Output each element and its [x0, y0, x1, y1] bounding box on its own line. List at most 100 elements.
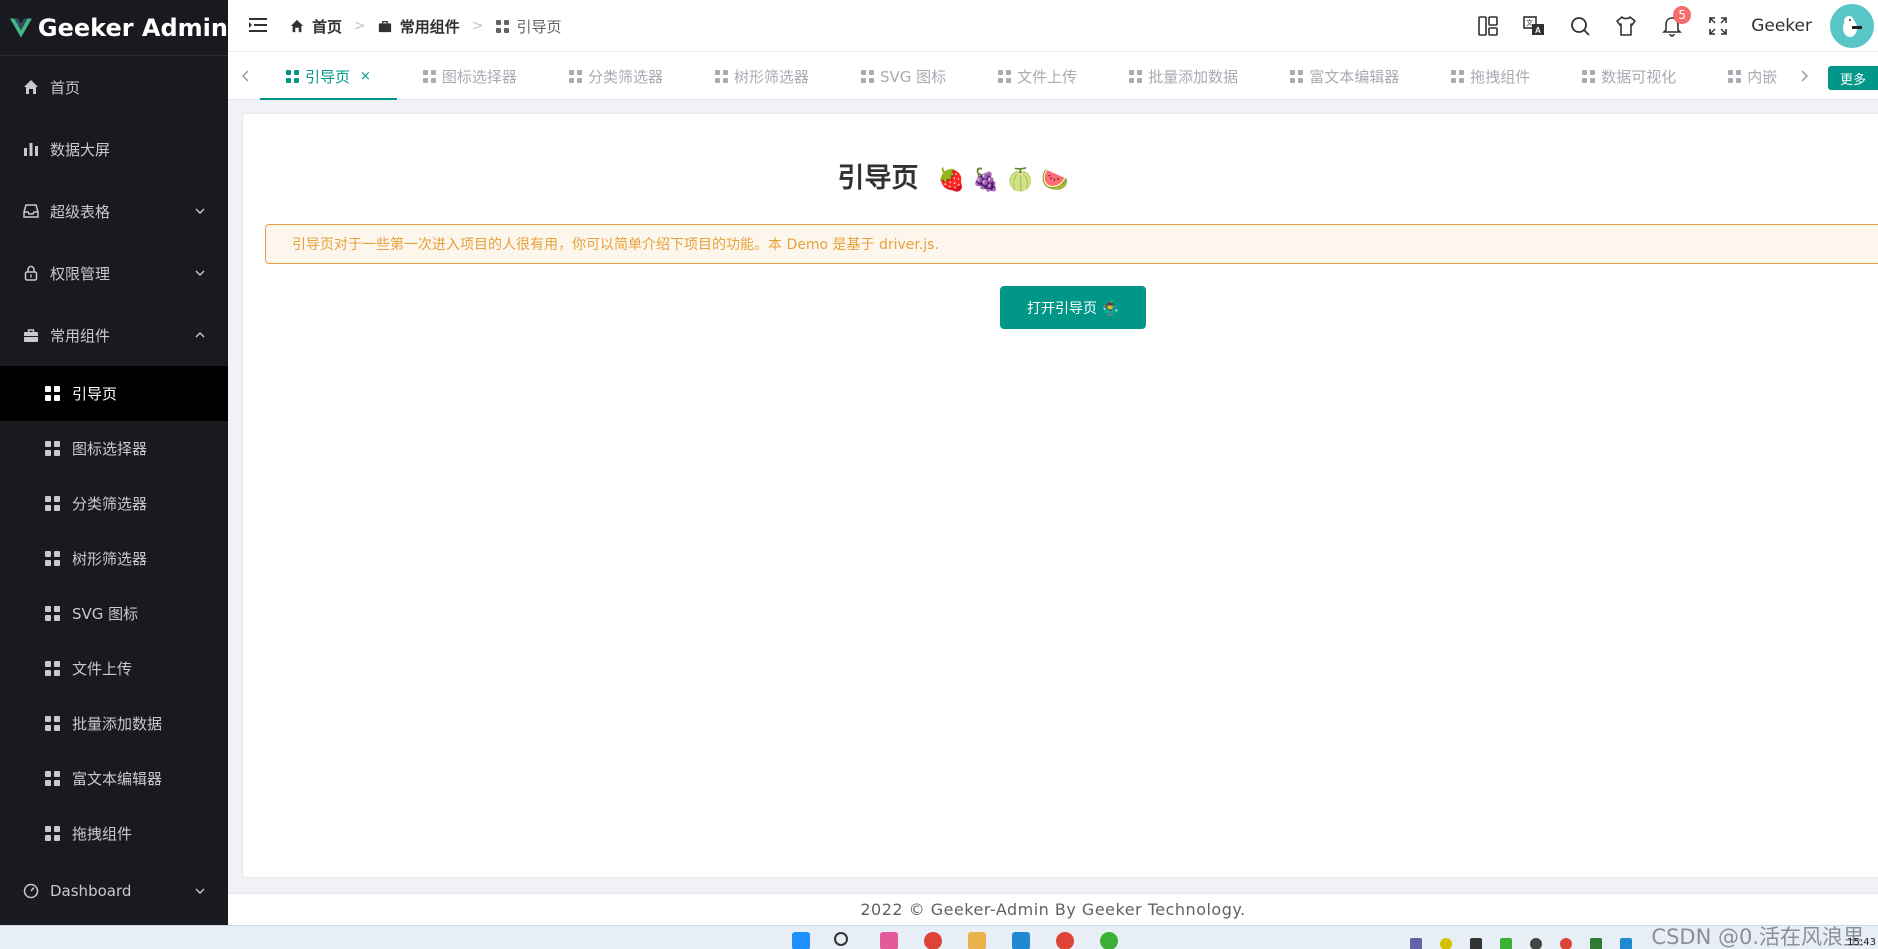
breadcrumb-item-home[interactable]: 首页 — [290, 16, 342, 37]
fruit-emoji: 🍓 🍇 🍈 🍉 — [937, 168, 1069, 193]
tab-data-visualization[interactable]: 数据可视化 — [1556, 52, 1702, 100]
logo[interactable]: Geeker Admin — [0, 0, 228, 56]
app-icon[interactable] — [880, 932, 898, 949]
chevron-up-icon — [195, 332, 205, 338]
tabs-scroll-left-icon[interactable] — [238, 67, 254, 85]
open-guide-button[interactable]: 打开引导页 🤹‍♂️ — [1000, 286, 1146, 329]
tab-embedded[interactable]: 内嵌 — [1702, 52, 1803, 100]
sidebar-item-permission[interactable]: 权限管理 — [0, 242, 228, 304]
inbox-icon — [22, 202, 40, 220]
tab-drag[interactable]: 拖拽组件 — [1425, 52, 1556, 100]
tab-category-filter[interactable]: 分类筛选器 — [543, 52, 689, 100]
tab-label: 文件上传 — [1017, 67, 1078, 86]
sidebar-subitem-svg-icon[interactable]: SVG 图标 — [0, 586, 228, 641]
sidebar-subitem-icon-selector[interactable]: 图标选择器 — [0, 421, 228, 476]
tray-icon[interactable] — [1500, 938, 1512, 949]
tabs-scroll-right-icon[interactable] — [1796, 67, 1812, 85]
wechat-icon[interactable] — [1100, 932, 1118, 949]
sidebar-subitem-category-filter[interactable]: 分类筛选器 — [0, 476, 228, 531]
chrome-icon[interactable] — [1056, 932, 1074, 949]
sidebar-subitem-tree-filter[interactable]: 树形筛选器 — [0, 531, 228, 586]
sidebar-subitem-label: SVG 图标 — [72, 605, 139, 623]
file-explorer-icon[interactable] — [968, 932, 986, 949]
footer-text: 2022 © Geeker-Admin By Geeker Technology… — [860, 900, 1246, 919]
close-icon[interactable]: × — [360, 69, 371, 84]
tab-guide[interactable]: 引导页 × — [260, 52, 397, 100]
tab-batch-add[interactable]: 批量添加数据 — [1103, 52, 1264, 100]
page-title-text: 引导页 — [837, 163, 919, 194]
sidebar-subitem-batch-add[interactable]: 批量添加数据 — [0, 696, 228, 751]
layout-button[interactable] — [1465, 0, 1511, 52]
header: 首页 > 常用组件 > 引导页 A文 5 Geeker — [228, 0, 1878, 52]
tab-label: 分类筛选器 — [587, 67, 663, 86]
tab-label: 内嵌 — [1747, 67, 1778, 86]
tab-tree-filter[interactable]: 树形筛选器 — [689, 52, 835, 100]
windows-start-icon[interactable] — [792, 932, 810, 949]
tray-icon[interactable] — [1530, 938, 1542, 949]
info-alert: 引导页对于一些第一次进入项目的人很有用，你可以简单介绍下项目的功能。本 Demo… — [265, 224, 1878, 264]
translate-icon: A文 — [1523, 16, 1545, 35]
notification-badge: 5 — [1673, 6, 1692, 24]
grid-icon — [1451, 69, 1465, 83]
tray-icon[interactable] — [1560, 938, 1572, 949]
grid-icon — [860, 69, 874, 83]
grid-icon — [45, 716, 60, 731]
sidebar-subitem-label: 图标选择器 — [72, 440, 148, 458]
grid-icon — [45, 771, 60, 786]
tabs-bar: 引导页 × 图标选择器 分类筛选器 树形筛选器 SVG 图标 文件上传 批量添加… — [228, 52, 1878, 100]
sidebar-item-common-components[interactable]: 常用组件 — [0, 304, 228, 366]
footer: 2022 © Geeker-Admin By Geeker Technology… — [228, 893, 1878, 925]
sidebar-item-data-screen[interactable]: 数据大屏 — [0, 118, 228, 180]
language-button[interactable]: A文 — [1511, 0, 1557, 52]
sidebar-subitem-drag[interactable]: 拖拽组件 — [0, 806, 228, 861]
tab-label: 富文本编辑器 — [1309, 67, 1400, 86]
avatar[interactable] — [1830, 4, 1874, 48]
tray-icon[interactable] — [1440, 938, 1452, 949]
tabs-more-button[interactable]: 更多 — [1828, 66, 1878, 90]
os-taskbar: CSDN @0.活在风浪里 15:43 — [0, 925, 1878, 949]
grid-icon — [495, 19, 509, 33]
tab-svg-icon[interactable]: SVG 图标 — [835, 52, 972, 100]
svg-text:文: 文 — [1526, 18, 1533, 27]
alert-text: 引导页对于一些第一次进入项目的人很有用，你可以简单介绍下项目的功能。本 Demo… — [292, 237, 939, 253]
search-icon[interactable] — [834, 932, 848, 946]
sidebar-item-super-table[interactable]: 超级表格 — [0, 180, 228, 242]
grid-icon — [422, 69, 436, 83]
breadcrumb-item-common-components[interactable]: 常用组件 — [378, 16, 460, 37]
tab-file-upload[interactable]: 文件上传 — [972, 52, 1103, 100]
chevron-down-icon — [195, 888, 205, 894]
fullscreen-icon — [1709, 17, 1728, 35]
chrome-icon[interactable] — [924, 932, 942, 949]
breadcrumb: 首页 > 常用组件 > 引导页 — [290, 0, 562, 52]
grid-icon — [286, 69, 299, 83]
sidebar-item-label: 权限管理 — [50, 264, 111, 283]
theme-button[interactable] — [1603, 0, 1649, 52]
menu-fold-icon[interactable] — [248, 15, 268, 35]
search-button[interactable] — [1557, 0, 1603, 52]
briefcase-icon — [378, 20, 391, 33]
odometer-icon — [22, 882, 40, 900]
notification-button[interactable]: 5 — [1649, 0, 1695, 52]
sidebar-subitem-guide[interactable]: 引导页 — [0, 366, 228, 421]
sidebar-item-dashboard[interactable]: Dashboard — [0, 861, 228, 921]
sidebar-item-label: Dashboard — [50, 882, 132, 900]
chevron-down-icon — [195, 270, 205, 276]
tray-icon[interactable] — [1470, 938, 1482, 949]
sidebar-subitem-label: 分类筛选器 — [72, 495, 148, 513]
sidebar-subitem-rich-editor[interactable]: 富文本编辑器 — [0, 751, 228, 806]
username[interactable]: Geeker — [1751, 16, 1812, 36]
tray-icon[interactable] — [1410, 938, 1422, 949]
sidebar-subitem-file-upload[interactable]: 文件上传 — [0, 641, 228, 696]
sidebar-subitem-label: 引导页 — [72, 385, 118, 403]
tab-icon-selector[interactable]: 图标选择器 — [397, 52, 543, 100]
fullscreen-button[interactable] — [1695, 0, 1741, 52]
breadcrumb-separator: > — [354, 18, 366, 34]
sidebar-item-home[interactable]: 首页 — [0, 56, 228, 118]
tray-icon[interactable] — [1620, 938, 1632, 949]
vscode-icon[interactable] — [1012, 932, 1030, 949]
tray-icon[interactable] — [1590, 938, 1602, 949]
sidebar-item-label: 常用组件 — [50, 326, 111, 345]
tab-label: SVG 图标 — [879, 67, 947, 86]
tab-rich-editor[interactable]: 富文本编辑器 — [1264, 52, 1425, 100]
grid-icon — [568, 69, 582, 83]
